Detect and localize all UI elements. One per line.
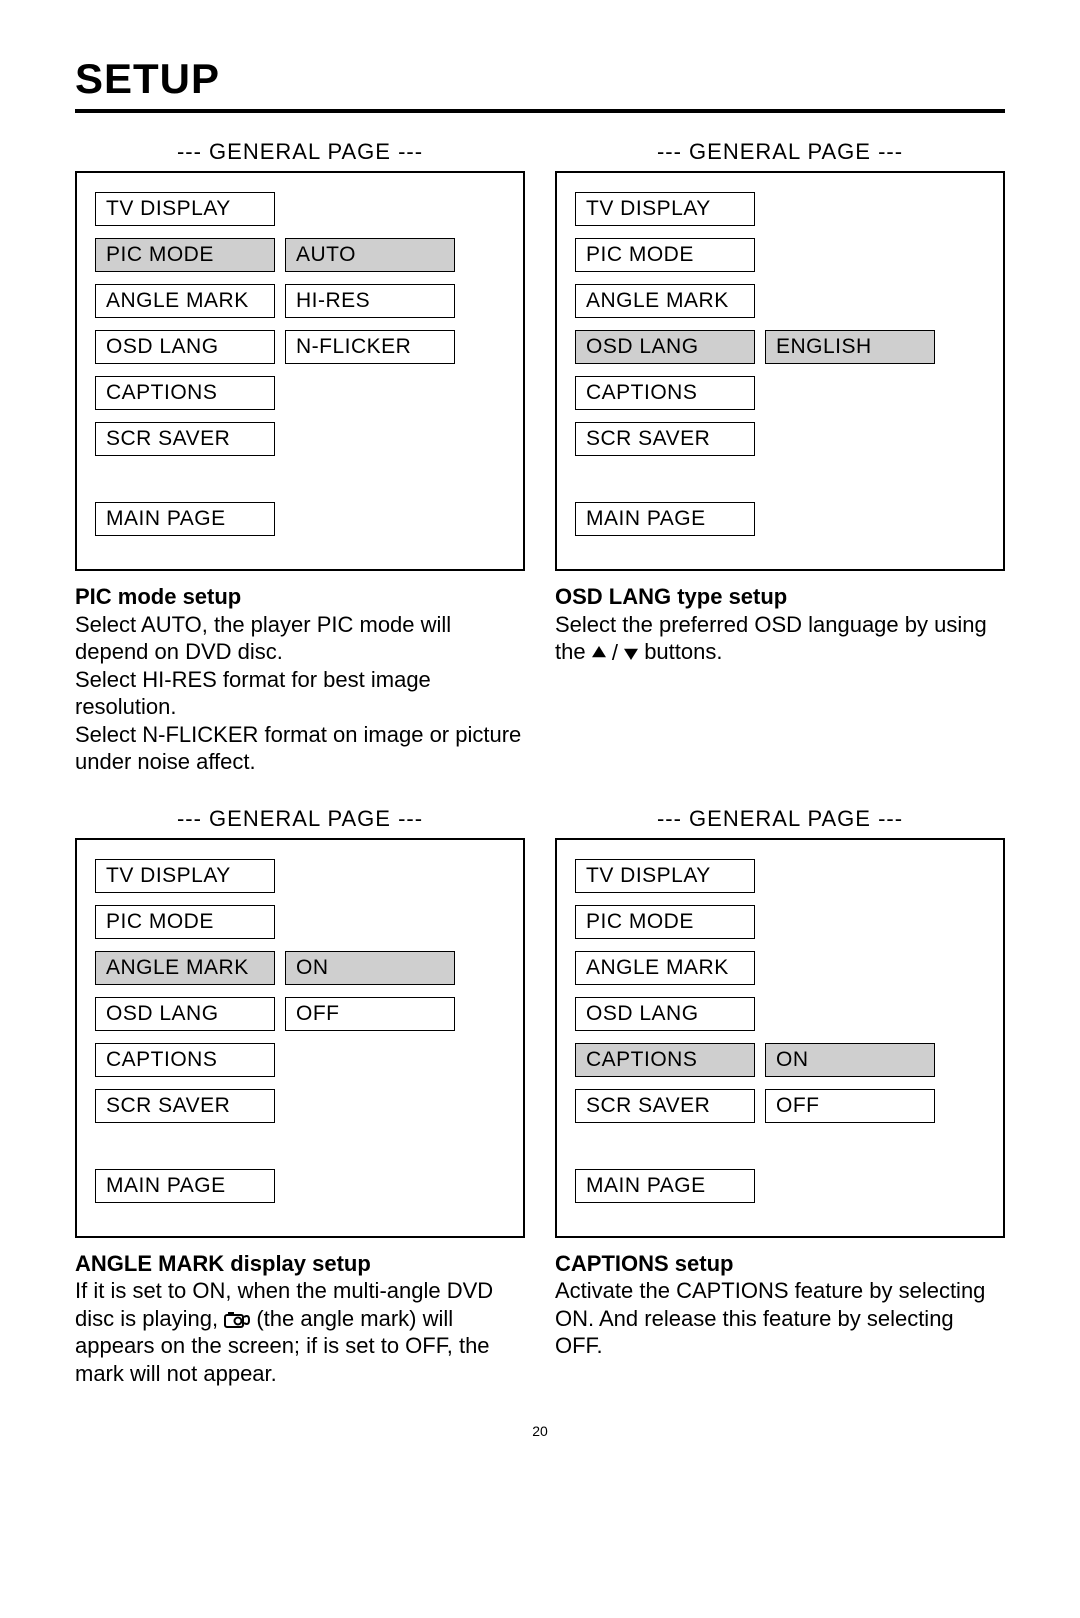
main-page-button[interactable]: MAIN PAGE <box>575 1169 755 1203</box>
menu-item[interactable]: ANGLE MARK <box>575 951 755 985</box>
block-pic-mode: --- GENERAL PAGE --- TV DISPLAY PIC MODE… <box>75 139 525 776</box>
panel-header: --- GENERAL PAGE --- <box>555 806 1005 832</box>
menu-item[interactable]: CAPTIONS <box>95 1043 275 1077</box>
option-item-selected[interactable]: ON <box>285 951 455 985</box>
block-osd-lang: --- GENERAL PAGE --- TV DISPLAY PIC MODE… <box>555 139 1005 776</box>
desc-line: Select HI-RES format for best image reso… <box>75 666 525 721</box>
main-page-button[interactable]: MAIN PAGE <box>95 502 275 536</box>
block-captions: --- GENERAL PAGE --- TV DISPLAY PIC MODE… <box>555 806 1005 1388</box>
desc-title: ANGLE MARK display setup <box>75 1250 525 1278</box>
description: ANGLE MARK display setup If it is set to… <box>75 1250 525 1388</box>
menu-item[interactable]: ANGLE MARK <box>95 284 275 318</box>
menu-item-selected[interactable]: CAPTIONS <box>575 1043 755 1077</box>
option-item[interactable]: OFF <box>765 1089 935 1123</box>
menu-item[interactable]: SCR SAVER <box>95 422 275 456</box>
menu-panel: TV DISPLAY PIC MODE ANGLE MARK OSD LANG … <box>555 838 1005 1238</box>
menu-item[interactable]: CAPTIONS <box>575 376 755 410</box>
menu-item-selected[interactable]: ANGLE MARK <box>95 951 275 985</box>
menu-item[interactable]: SCR SAVER <box>575 422 755 456</box>
menu-item[interactable]: TV DISPLAY <box>575 192 755 226</box>
up-down-arrows-icon: / <box>592 639 638 667</box>
option-item-selected[interactable]: ENGLISH <box>765 330 935 364</box>
menu-item[interactable]: OSD LANG <box>95 330 275 364</box>
menu-item[interactable]: TV DISPLAY <box>95 192 275 226</box>
menu-item-selected[interactable]: PIC MODE <box>95 238 275 272</box>
option-item-selected[interactable]: AUTO <box>285 238 455 272</box>
desc-title: CAPTIONS setup <box>555 1250 1005 1278</box>
option-item[interactable]: OFF <box>285 997 455 1031</box>
menu-item[interactable]: TV DISPLAY <box>575 859 755 893</box>
description: PIC mode setup Select AUTO, the player P… <box>75 583 525 776</box>
menu-item[interactable]: OSD LANG <box>95 997 275 1031</box>
menu-panel: TV DISPLAY PIC MODE AUTO ANGLE MARK HI-R… <box>75 171 525 571</box>
description: OSD LANG type setup Select the preferred… <box>555 583 1005 667</box>
desc-line: Activate the CAPTIONS feature by selecti… <box>555 1277 1005 1360</box>
desc-line: Select N-FLICKER format on image or pict… <box>75 721 525 776</box>
block-angle-mark: --- GENERAL PAGE --- TV DISPLAY PIC MODE… <box>75 806 525 1388</box>
menu-panel: TV DISPLAY PIC MODE ANGLE MARK OSD LANG … <box>555 171 1005 571</box>
desc-title: OSD LANG type setup <box>555 583 1005 611</box>
menu-item[interactable]: PIC MODE <box>575 238 755 272</box>
menu-item[interactable]: SCR SAVER <box>95 1089 275 1123</box>
option-item-selected[interactable]: ON <box>765 1043 935 1077</box>
desc-text: buttons. <box>644 639 722 664</box>
menu-item-selected[interactable]: OSD LANG <box>575 330 755 364</box>
desc-line: Select AUTO, the player PIC mode will de… <box>75 611 525 666</box>
description: CAPTIONS setup Activate the CAPTIONS fea… <box>555 1250 1005 1360</box>
page-number: 20 <box>75 1423 1005 1439</box>
menu-item[interactable]: SCR SAVER <box>575 1089 755 1123</box>
option-item[interactable]: N-FLICKER <box>285 330 455 364</box>
panel-header: --- GENERAL PAGE --- <box>75 139 525 165</box>
menu-item[interactable]: OSD LANG <box>575 997 755 1031</box>
main-page-button[interactable]: MAIN PAGE <box>575 502 755 536</box>
menu-item[interactable]: CAPTIONS <box>95 376 275 410</box>
menu-item[interactable]: PIC MODE <box>95 905 275 939</box>
option-item[interactable]: HI-RES <box>285 284 455 318</box>
menu-item[interactable]: PIC MODE <box>575 905 755 939</box>
angle-mark-icon <box>224 1306 256 1331</box>
menu-panel: TV DISPLAY PIC MODE ANGLE MARK ON OSD LA… <box>75 838 525 1238</box>
desc-title: PIC mode setup <box>75 583 525 611</box>
title-divider <box>75 109 1005 113</box>
menu-item[interactable]: TV DISPLAY <box>95 859 275 893</box>
main-page-button[interactable]: MAIN PAGE <box>95 1169 275 1203</box>
desc-line: If it is set to ON, when the multi-angle… <box>75 1277 525 1387</box>
panel-header: --- GENERAL PAGE --- <box>555 139 1005 165</box>
page-title: SETUP <box>75 55 1005 103</box>
desc-line: Select the preferred OSD language by usi… <box>555 611 1005 667</box>
menu-item[interactable]: ANGLE MARK <box>575 284 755 318</box>
panel-header: --- GENERAL PAGE --- <box>75 806 525 832</box>
